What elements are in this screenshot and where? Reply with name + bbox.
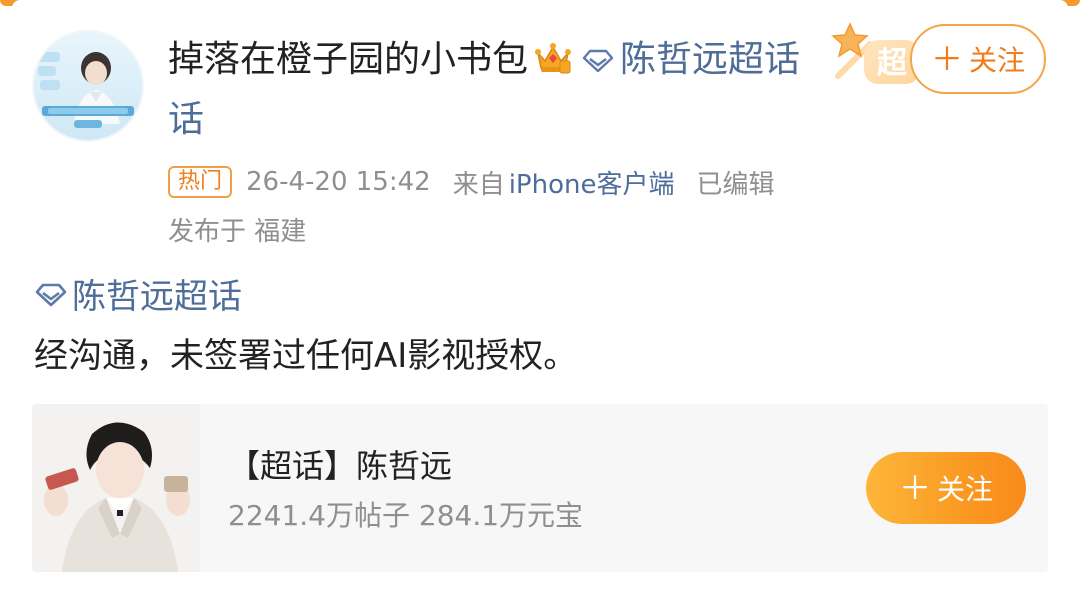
post-meta: 热门 26-4-20 15:42 来自 iPhone客户端 已编辑 [168,162,774,202]
source-label: 来自 [452,169,505,200]
top-accent-cover [12,0,1068,8]
follow-button-label: 关注 [969,44,1026,77]
topic-card-thumbnail [32,404,200,572]
topic-follow-button[interactable]: ＋ 关注 [866,452,1026,524]
hot-badge: 热门 [168,166,233,198]
topic-card-title: 【超话】陈哲远 [228,447,453,485]
weibo-post: 掉落在橙子园的小书包 陈哲远超话话 超 ＋ 关注 热门 26-4-20 15:4… [0,0,1080,601]
plus-icon: ＋ [898,469,931,507]
username-line: 掉落在橙子园的小书包 陈哲远超话话 [168,32,828,148]
edited-label[interactable]: 已编辑 [696,164,774,201]
crown-icon [534,36,572,92]
topic-link[interactable]: 陈哲远超话 [620,39,800,80]
avatar-image [34,32,142,140]
source-client[interactable]: iPhone客户端 [509,164,675,201]
super-topic-card[interactable]: 【超话】陈哲远 2241.4万帖子 284.1万元宝 ＋ 关注 [32,404,1048,572]
plus-icon: ＋ [930,40,963,78]
topic-link-continued[interactable]: 话 [168,99,204,140]
post-text: 经沟通，未签署过任何AI影视授权。 [34,336,578,376]
post-topic-tag[interactable]: 陈哲远超话 [34,274,242,320]
follow-button[interactable]: ＋ 关注 [910,24,1046,94]
post-topic-label: 陈哲远超话 [72,277,242,317]
diamond-icon [582,34,614,90]
post-location: 发布于 福建 [168,217,307,247]
diamond-icon [34,274,68,320]
topic-follow-button-label: 关注 [937,473,994,506]
username[interactable]: 掉落在橙子园的小书包 [168,39,528,80]
avatar[interactable] [32,30,144,142]
topic-card-stats: 2241.4万帖子 284.1万元宝 [228,499,584,532]
post-time: 26-4-20 15:42 [246,167,431,197]
super-badge-text: 超 [877,46,908,81]
